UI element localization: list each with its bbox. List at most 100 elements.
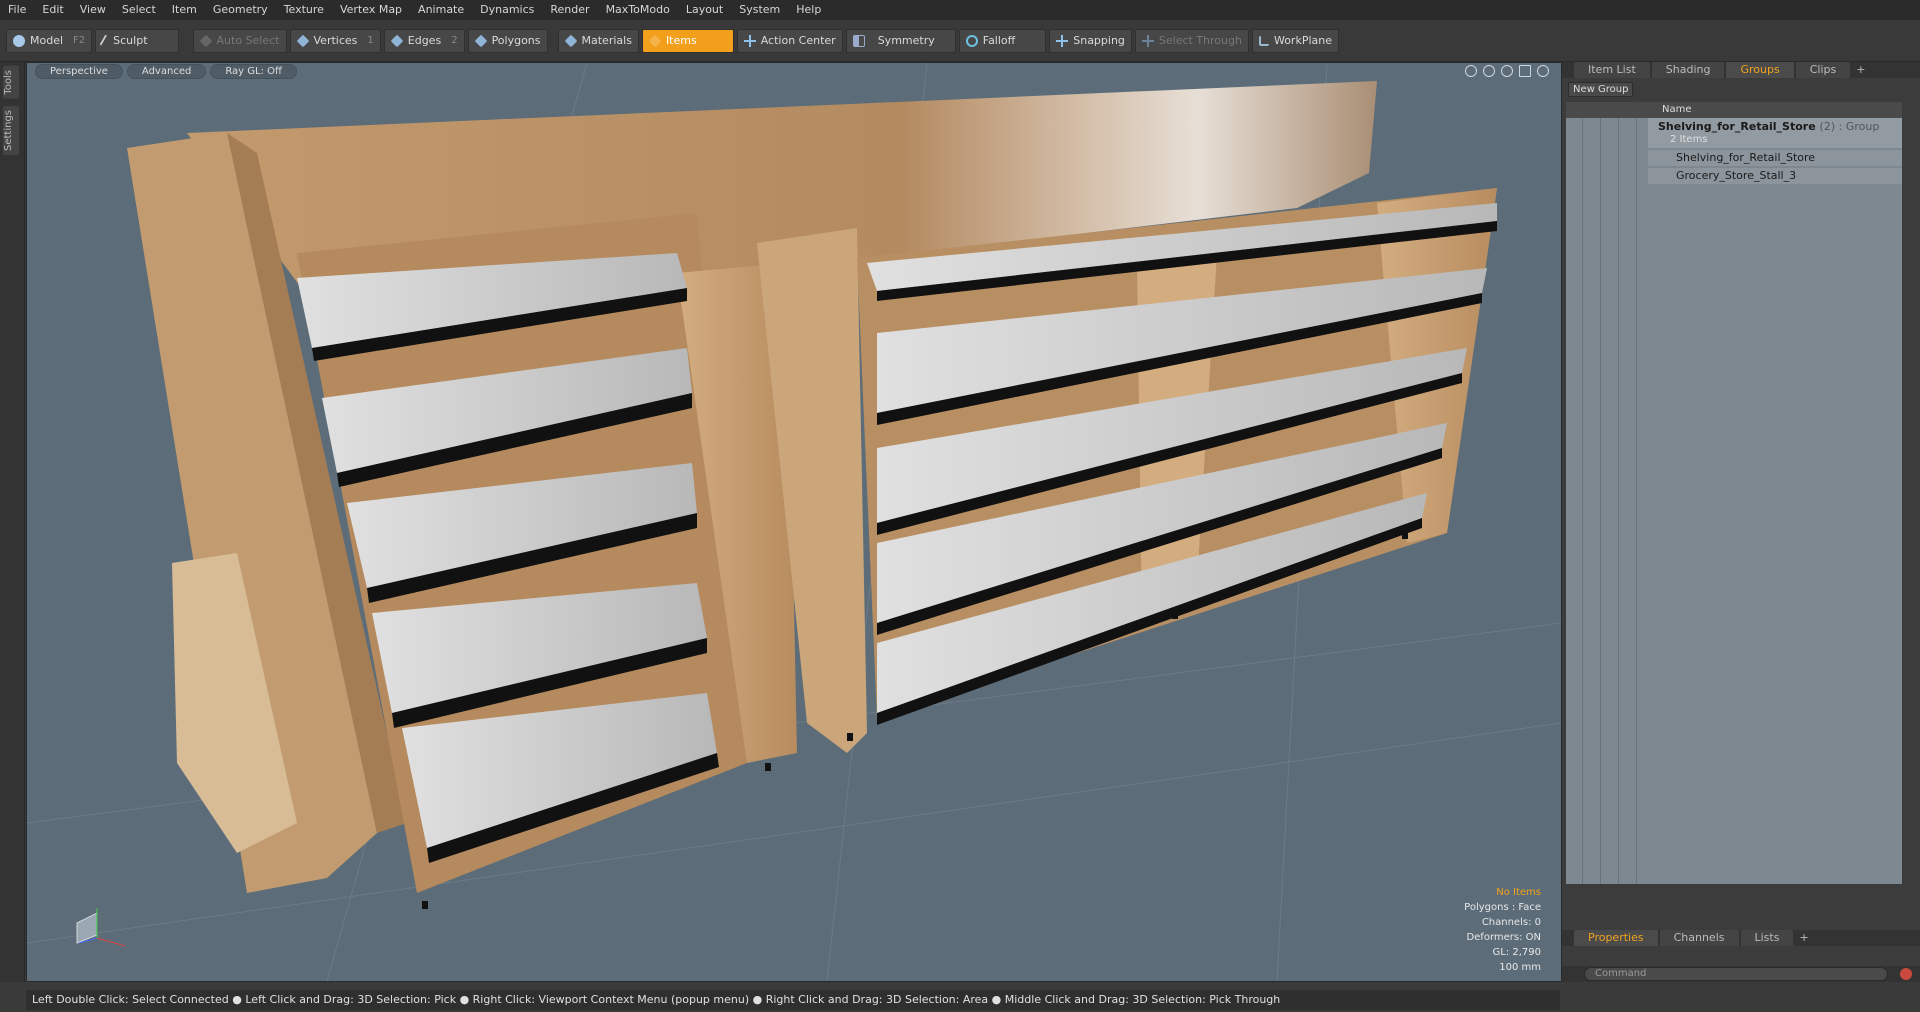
rotate-view-icon[interactable]	[1483, 65, 1495, 77]
shelving-scene	[27, 63, 1561, 981]
viewport-settings-gear-icon[interactable]	[1537, 65, 1549, 77]
3d-viewport[interactable]: Perspective Advanced Ray GL: Off No Item…	[26, 62, 1562, 982]
settings-tab[interactable]: Settings	[3, 106, 19, 156]
menu-view[interactable]: View	[72, 0, 114, 20]
perspective-button[interactable]: Perspective	[35, 63, 123, 79]
items-label: Items	[665, 34, 697, 47]
sculpt-button[interactable]: Sculpt	[95, 28, 179, 53]
edges-button[interactable]: Edges 2	[383, 28, 465, 53]
vertices-key: 1	[367, 35, 374, 46]
edges-icon	[390, 34, 404, 47]
menu-file[interactable]: File	[0, 0, 34, 20]
edges-key: 2	[451, 35, 458, 46]
advanced-button[interactable]: Advanced	[126, 63, 207, 79]
child-item-label: Shelving_for_Retail_Store	[1676, 151, 1816, 164]
symmetry-icon	[852, 34, 865, 47]
tab-properties[interactable]: Properties	[1574, 930, 1658, 946]
raygl-button[interactable]: Ray GL: Off	[210, 63, 297, 79]
workplane-icon	[1258, 35, 1269, 46]
falloff-icon	[965, 34, 978, 47]
right-panel: Item List Shading Groups Clips + New Gro…	[1562, 62, 1920, 982]
model-button[interactable]: Model F2	[6, 28, 93, 53]
tab-shading[interactable]: Shading	[1651, 62, 1725, 78]
items-icon	[648, 34, 662, 47]
tab-add[interactable]: +	[1852, 62, 1869, 78]
lock-column	[1602, 118, 1619, 884]
items-button[interactable]: Items	[641, 28, 734, 53]
select-through-icon	[1141, 34, 1154, 47]
select-through-button[interactable]: Select Through	[1134, 28, 1249, 53]
edges-label: Edges	[407, 34, 442, 47]
auto-select-icon	[199, 34, 212, 47]
deformers-info: Deformers: ON	[1466, 932, 1541, 943]
viewport-info-overlay: No Items Polygons : Face Channels: 0 Def…	[1464, 885, 1541, 975]
vertices-button[interactable]: Vertices 1	[289, 28, 381, 53]
menu-select[interactable]: Select	[114, 0, 164, 20]
polygons-info: Polygons : Face	[1464, 902, 1541, 913]
group-count: (2) : Group	[1819, 120, 1880, 133]
workplane-button[interactable]: WorkPlane	[1251, 28, 1339, 53]
groups-list-header: Name	[1566, 102, 1902, 118]
falloff-button[interactable]: Falloff	[958, 28, 1047, 53]
menu-vertex-map[interactable]: Vertex Map	[332, 0, 410, 20]
channels-info: Channels: 0	[1481, 917, 1541, 928]
grid-size-info: 100 mm	[1499, 962, 1541, 973]
polygons-icon	[474, 34, 487, 47]
gl-info: GL: 2,790	[1492, 947, 1542, 958]
materials-label: Materials	[581, 34, 632, 47]
action-center-button[interactable]: Action Center	[736, 28, 843, 53]
properties-tabs: Properties Channels Lists +	[1562, 930, 1920, 946]
menu-geometry[interactable]: Geometry	[205, 0, 276, 20]
tab-groups[interactable]: Groups	[1726, 62, 1794, 78]
vertices-icon	[296, 34, 309, 47]
workplane-label: WorkPlane	[1273, 34, 1332, 47]
model-icon	[13, 34, 25, 47]
materials-icon	[564, 34, 577, 47]
select-column	[1620, 118, 1637, 884]
group-items-count: 2 Items	[1670, 134, 1708, 145]
child-item-label: Grocery_Store_Stall_3	[1676, 169, 1797, 182]
auto-select-button[interactable]: Auto Select	[192, 28, 287, 53]
group-name-label: Shelving_for_Retail_Store	[1658, 120, 1816, 133]
polygons-label: Polygons	[491, 34, 541, 47]
new-group-button[interactable]: New Group	[1568, 82, 1634, 97]
menu-help[interactable]: Help	[788, 0, 829, 20]
menu-item[interactable]: Item	[164, 0, 205, 20]
name-column-header[interactable]: Name	[1662, 104, 1692, 115]
command-input[interactable]: Command	[1584, 967, 1888, 981]
move-view-icon[interactable]	[1465, 65, 1477, 77]
vertices-label: Vertices	[313, 34, 358, 47]
tab-item-list[interactable]: Item List	[1574, 62, 1650, 78]
menu-render[interactable]: Render	[542, 0, 597, 20]
falloff-label: Falloff	[982, 34, 1016, 47]
snapping-button[interactable]: Snapping	[1049, 28, 1132, 53]
menu-system[interactable]: System	[731, 0, 788, 20]
menu-animate[interactable]: Animate	[410, 0, 472, 20]
tab-lists[interactable]: Lists	[1740, 930, 1794, 946]
menu-maxtomodo[interactable]: MaxToModo	[598, 0, 678, 20]
model-key: F2	[73, 35, 86, 46]
tab-add-bottom[interactable]: +	[1795, 930, 1812, 946]
select-through-label: Select Through	[1158, 34, 1242, 47]
maximize-view-icon[interactable]	[1519, 65, 1531, 77]
menu-layout[interactable]: Layout	[678, 0, 731, 20]
groups-list: Shelving_for_Retail_Store (2) : Group 2 …	[1566, 118, 1902, 884]
viewport-nav-icons	[1465, 63, 1549, 79]
viewport-header: Perspective Advanced Ray GL: Off	[27, 63, 1561, 79]
tab-clips[interactable]: Clips	[1795, 62, 1851, 78]
materials-button[interactable]: Materials	[557, 28, 639, 53]
tab-channels[interactable]: Channels	[1659, 930, 1739, 946]
action-center-label: Action Center	[760, 34, 836, 47]
menu-dynamics[interactable]: Dynamics	[472, 0, 542, 20]
symmetry-button[interactable]: Symmetry	[845, 28, 956, 53]
left-side-tabs: Tools Settings	[0, 62, 25, 982]
status-bar: Left Double Click: Select Connected ● Le…	[26, 990, 1560, 1010]
command-row: Command	[1562, 966, 1920, 982]
menu-texture[interactable]: Texture	[276, 0, 332, 20]
menu-edit[interactable]: Edit	[34, 0, 71, 20]
zoom-view-icon[interactable]	[1501, 65, 1513, 77]
group-name: Shelving_for_Retail_Store (2) : Group	[1658, 120, 1879, 133]
record-macro-icon[interactable]	[1900, 968, 1912, 980]
polygons-button[interactable]: Polygons	[467, 28, 548, 53]
tools-tab[interactable]: Tools	[3, 66, 19, 99]
